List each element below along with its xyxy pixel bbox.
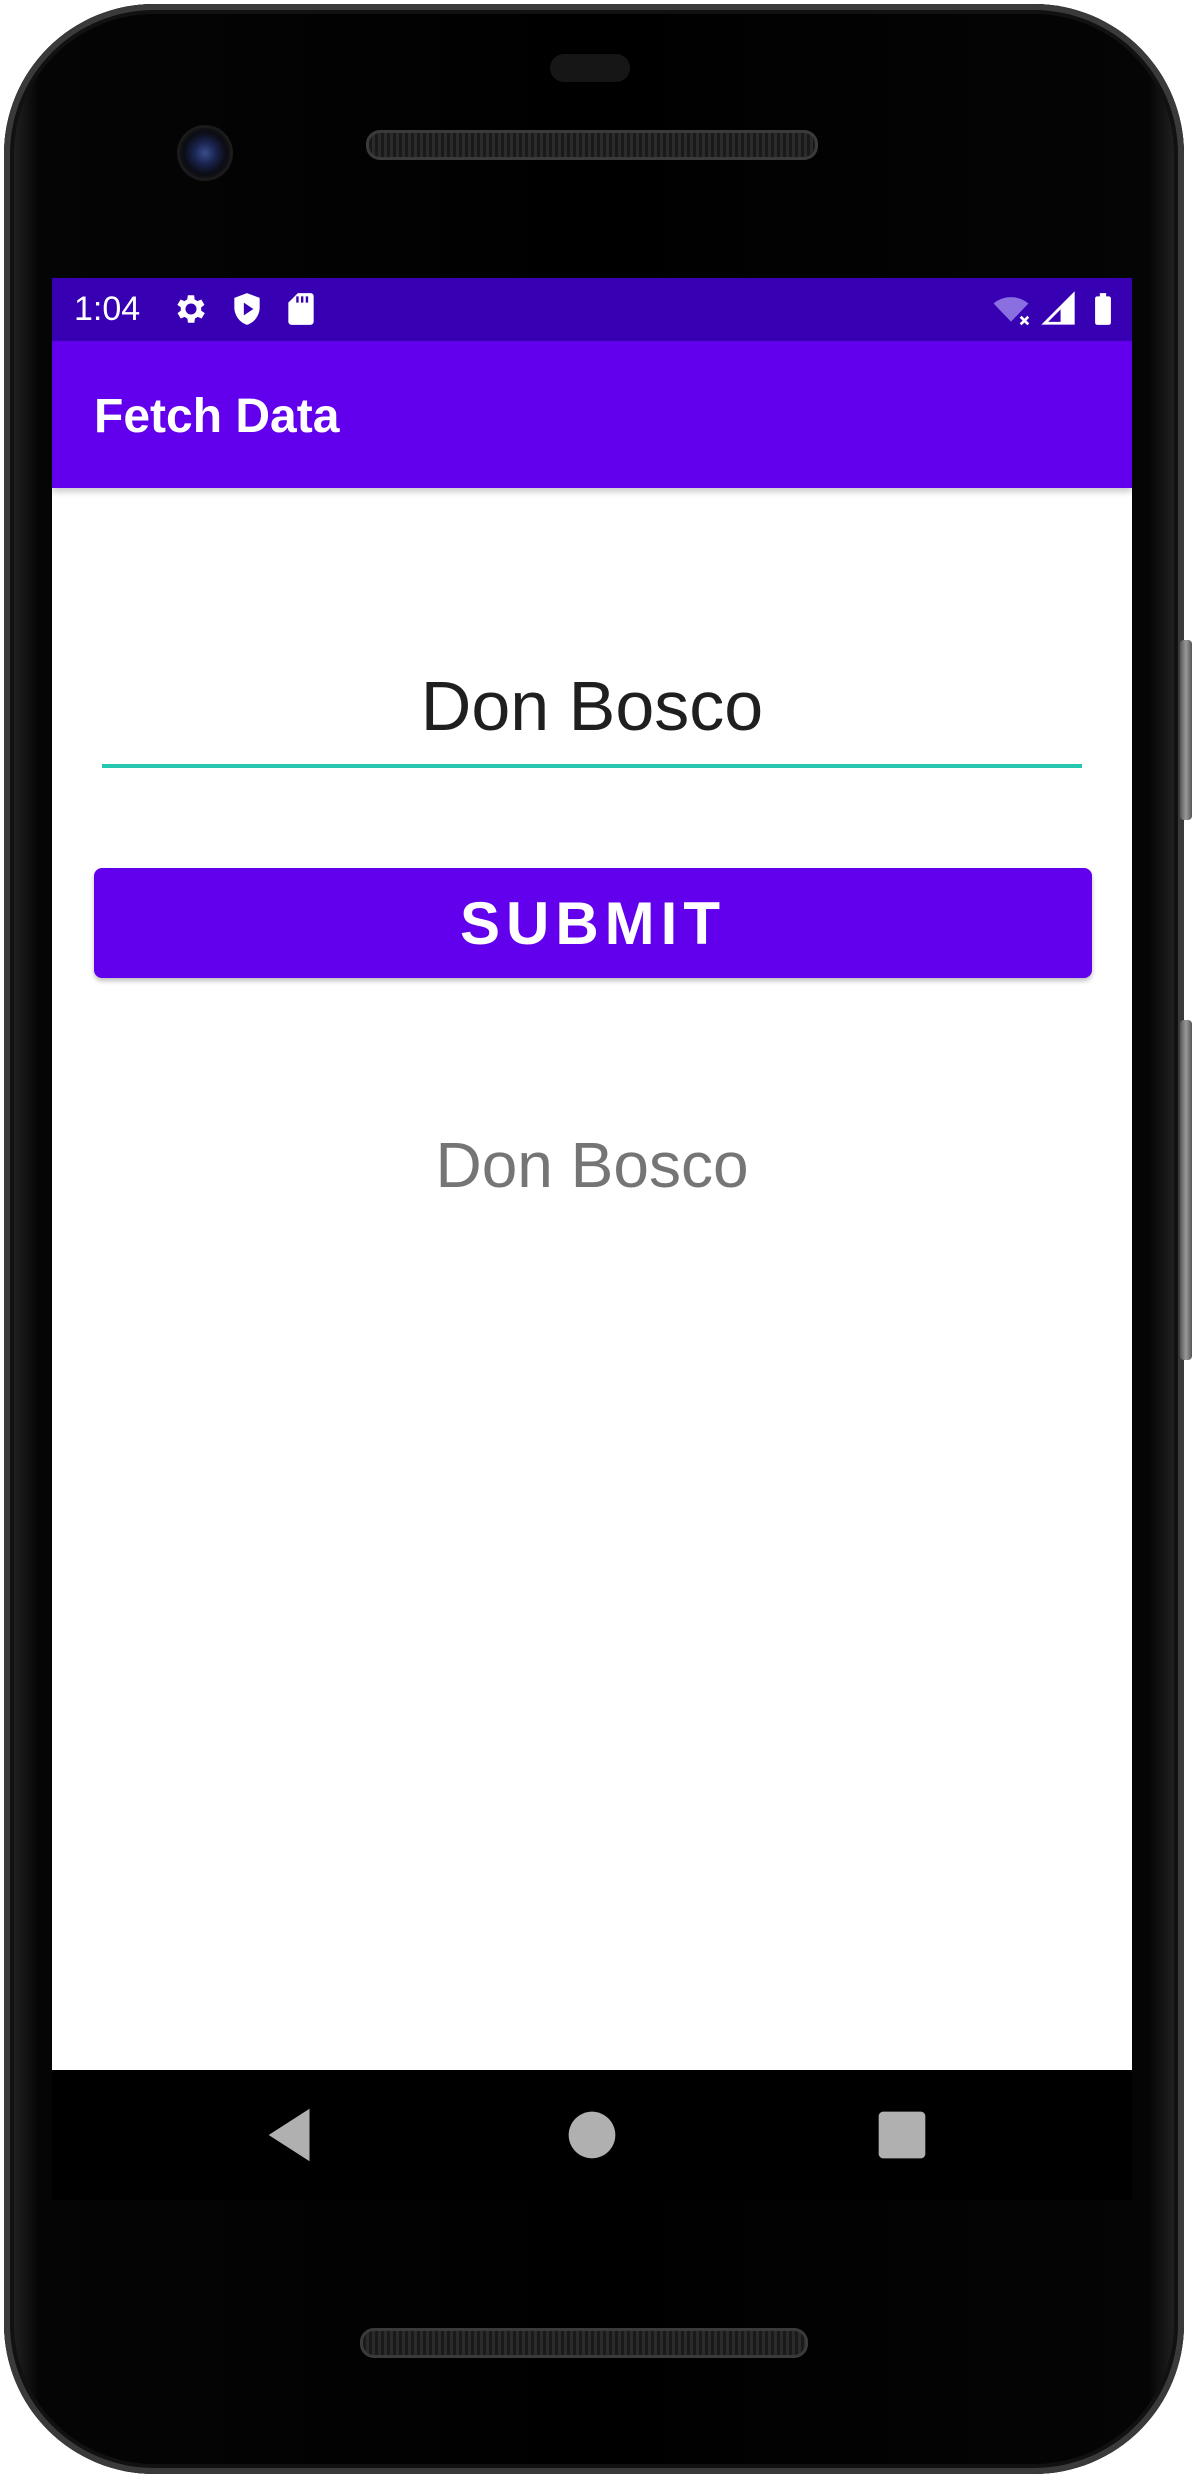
result-text: Don Bosco [435, 1129, 749, 1201]
signal-icon [1041, 291, 1075, 325]
shield-play-icon [234, 293, 260, 325]
settings-icon [177, 295, 205, 323]
submit-button[interactable]: SUBMIT [94, 868, 1092, 978]
status-bar: 1:04 [52, 278, 1132, 341]
front-camera [180, 128, 230, 178]
status-time: 1:04 [74, 290, 141, 328]
device-frame: 1:04 Fetch Data Don Bosco SUBMIT Don Bos… [0, 0, 1194, 2480]
sd-card-icon [288, 293, 314, 325]
name-input[interactable] [102, 648, 1082, 768]
navigation-bar [52, 2070, 1132, 2200]
recents-icon[interactable] [867, 2100, 937, 2170]
app-title: Fetch Data [94, 390, 340, 443]
volume-button [1180, 640, 1192, 820]
wifi-off-icon [993, 297, 1030, 326]
power-button [1180, 1020, 1192, 1360]
top-speaker [366, 130, 818, 160]
earpiece [550, 54, 630, 82]
back-icon[interactable] [257, 2100, 327, 2170]
home-icon[interactable] [557, 2100, 627, 2170]
battery-icon [1095, 293, 1111, 325]
bottom-speaker [360, 2328, 808, 2358]
app-bar: Fetch Data [52, 341, 1132, 488]
screen: 1:04 Fetch Data Don Bosco SUBMIT Don Bos… [52, 278, 1132, 2070]
